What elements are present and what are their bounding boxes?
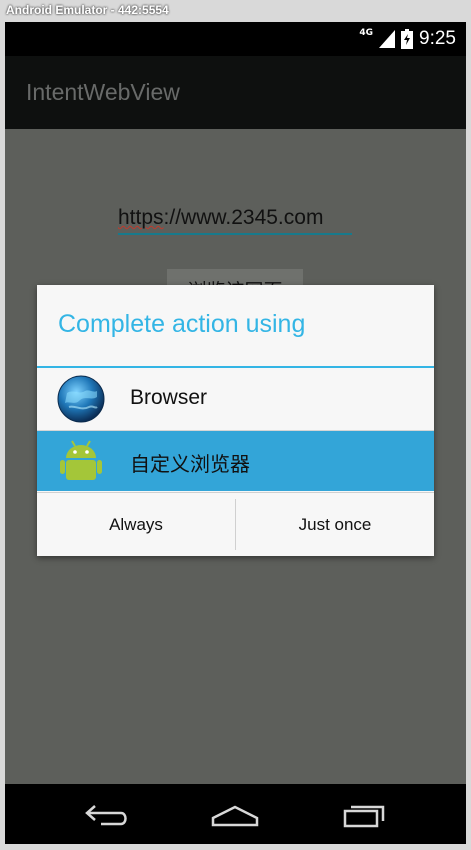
- app-option-label: Browser: [130, 386, 208, 409]
- dialog-title: Complete action using: [58, 310, 306, 338]
- home-icon: [211, 805, 259, 827]
- app-option-label: 自定义浏览器: [130, 452, 250, 476]
- emulator-title: Android Emulator - 442:5554: [6, 3, 169, 17]
- url-input[interactable]: https://www.2345.com: [118, 206, 323, 230]
- status-icons: 4G 9:25: [359, 28, 456, 50]
- emulator-frame-right: [466, 22, 471, 850]
- app-title: IntentWebView: [26, 79, 180, 105]
- emulator-title-bar: Android Emulator - 442:5554: [0, 0, 471, 23]
- globe-icon: [57, 375, 105, 423]
- url-text-rest: ://www.2345.com: [163, 206, 324, 229]
- url-text-spellcheck: https: [118, 206, 164, 229]
- always-button[interactable]: Always: [37, 493, 235, 556]
- back-button[interactable]: [77, 798, 137, 830]
- signal-icon: [379, 30, 396, 48]
- url-input-underline: [118, 233, 352, 235]
- emulator-frame-bottom: [0, 844, 471, 850]
- device-screen: 4G 9:25 IntentWebView https://www.2345.c…: [5, 22, 466, 844]
- back-icon: [85, 805, 127, 826]
- app-option-custom-browser[interactable]: 自定义浏览器: [37, 431, 434, 491]
- recent-apps-button[interactable]: [335, 798, 395, 830]
- app-option-browser[interactable]: Browser: [37, 369, 434, 429]
- status-clock: 9:25: [419, 28, 456, 49]
- navigation-bar: [5, 784, 466, 844]
- battery-icon: [401, 29, 414, 49]
- just-once-button[interactable]: Just once: [236, 493, 434, 556]
- android-icon: [60, 440, 102, 480]
- home-button[interactable]: [205, 798, 265, 830]
- dialog-title-divider: [37, 366, 434, 368]
- status-bar: 4G 9:25: [5, 22, 466, 56]
- action-bar: IntentWebView: [5, 56, 466, 129]
- chooser-dialog: Complete action using Browser 自定义浏览器 Alw…: [37, 285, 434, 556]
- recents-icon: [343, 805, 385, 828]
- network-type-label: 4G: [359, 28, 374, 38]
